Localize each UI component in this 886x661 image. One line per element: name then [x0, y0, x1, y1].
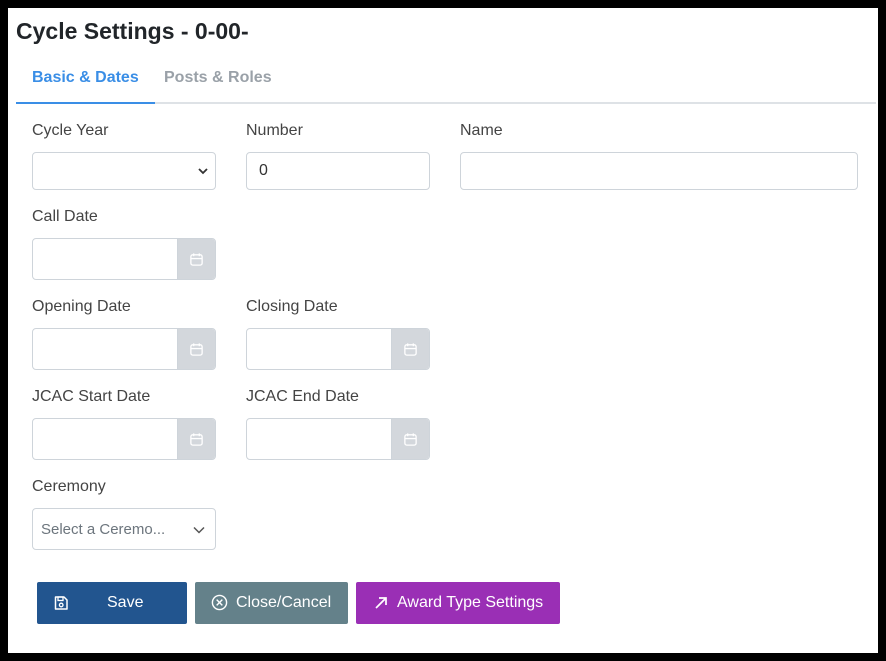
- chevron-down-icon: [193, 526, 205, 534]
- cycle-settings-panel: Cycle Settings - 0-00- Basic & Dates Pos…: [8, 8, 878, 653]
- tab-bar: Basic & Dates Posts & Roles: [16, 64, 876, 104]
- closing-date-picker-button[interactable]: [391, 329, 429, 369]
- closing-date-input[interactable]: [247, 329, 391, 369]
- jcac-start-date-picker-button[interactable]: [177, 419, 215, 459]
- floppy-disk-icon: [53, 595, 69, 611]
- jcac-end-date-picker-button[interactable]: [391, 419, 429, 459]
- jcac-start-date-label: JCAC Start Date: [32, 388, 151, 405]
- jcac-end-date-label: JCAC End Date: [246, 388, 359, 405]
- number-input[interactable]: 0: [246, 152, 430, 190]
- close-cancel-button-label: Close/Cancel: [236, 594, 332, 611]
- calendar-icon: [190, 342, 203, 356]
- calendar-icon: [404, 432, 417, 446]
- page-title: Cycle Settings - 0-00-: [16, 18, 249, 44]
- name-label: Name: [460, 122, 503, 139]
- ceremony-select[interactable]: Select a Ceremo...: [32, 508, 216, 550]
- save-button-label: Save: [107, 594, 144, 611]
- calendar-icon: [404, 342, 417, 356]
- chevron-down-icon: [198, 168, 208, 175]
- cycle-year-label: Cycle Year: [32, 122, 109, 139]
- arrow-up-right-icon: [374, 596, 388, 610]
- ceremony-label: Ceremony: [32, 478, 106, 495]
- award-type-settings-button[interactable]: Award Type Settings: [356, 582, 560, 624]
- ceremony-placeholder: Select a Ceremo...: [41, 520, 166, 538]
- opening-date-field: [32, 328, 216, 370]
- number-value: 0: [259, 162, 268, 179]
- opening-date-picker-button[interactable]: [177, 329, 215, 369]
- calendar-icon: [190, 252, 203, 266]
- close-cancel-button[interactable]: Close/Cancel: [195, 582, 348, 624]
- closing-date-field: [246, 328, 430, 370]
- call-date-label: Call Date: [32, 208, 98, 225]
- tab-basic-dates[interactable]: Basic & Dates: [16, 64, 155, 104]
- tab-posts-roles[interactable]: Posts & Roles: [148, 64, 288, 104]
- jcac-start-date-input[interactable]: [33, 419, 177, 459]
- number-label: Number: [246, 122, 303, 139]
- opening-date-label: Opening Date: [32, 298, 131, 315]
- call-date-input[interactable]: [33, 239, 177, 279]
- award-type-settings-button-label: Award Type Settings: [397, 594, 544, 611]
- cycle-year-select[interactable]: [32, 152, 216, 190]
- calendar-icon: [190, 432, 203, 446]
- jcac-end-date-field: [246, 418, 430, 460]
- name-input[interactable]: [460, 152, 858, 190]
- circle-x-icon: [211, 594, 228, 611]
- save-button[interactable]: Save: [37, 582, 187, 624]
- jcac-start-date-field: [32, 418, 216, 460]
- call-date-picker-button[interactable]: [177, 239, 215, 279]
- jcac-end-date-input[interactable]: [247, 419, 391, 459]
- call-date-field: [32, 238, 216, 280]
- closing-date-label: Closing Date: [246, 298, 338, 315]
- opening-date-input[interactable]: [33, 329, 177, 369]
